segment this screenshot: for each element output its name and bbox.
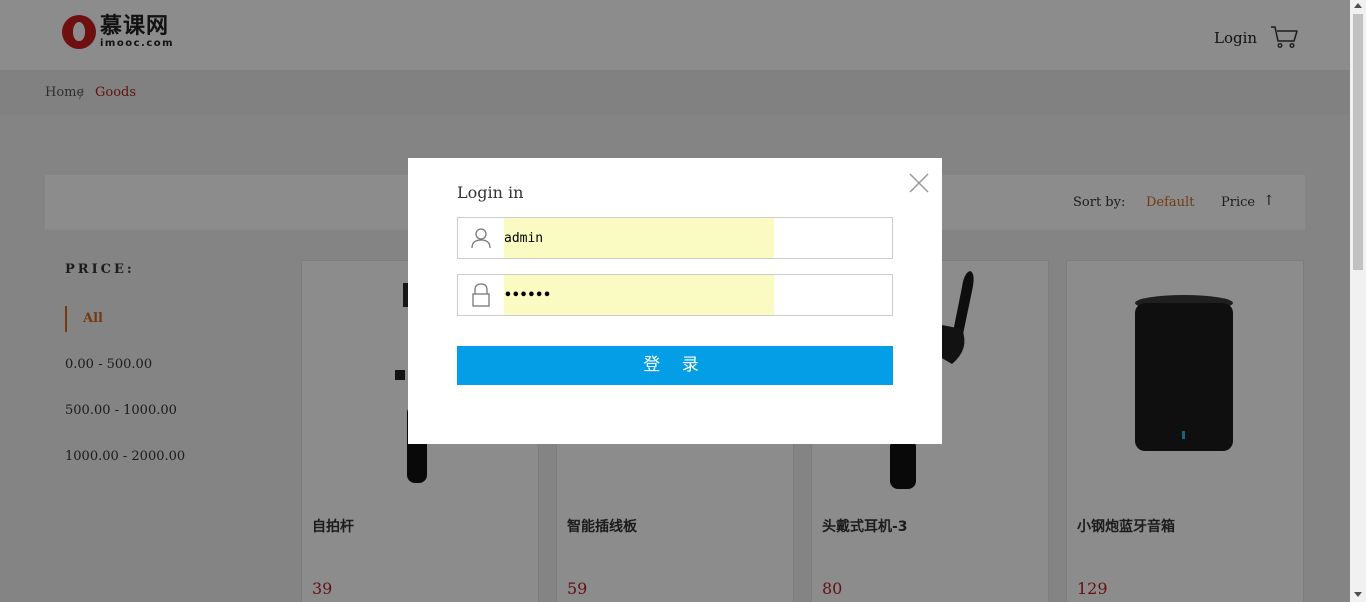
login-modal: Login in 登 录	[408, 158, 942, 444]
user-icon	[458, 218, 504, 258]
scroll-up-arrow-icon[interactable]	[1354, 3, 1362, 8]
password-field	[457, 274, 893, 316]
close-icon[interactable]	[908, 172, 930, 194]
scroll-down-arrow-icon[interactable]	[1354, 592, 1362, 597]
username-field	[457, 217, 893, 259]
password-input[interactable]	[504, 275, 774, 315]
login-modal-title: Login in	[457, 183, 524, 202]
lock-icon	[458, 275, 504, 315]
scrollbar-thumb[interactable]	[1353, 14, 1363, 270]
username-input[interactable]	[504, 218, 774, 258]
login-submit-button[interactable]: 登 录	[457, 346, 893, 385]
page-scrollbar[interactable]	[1350, 0, 1366, 602]
